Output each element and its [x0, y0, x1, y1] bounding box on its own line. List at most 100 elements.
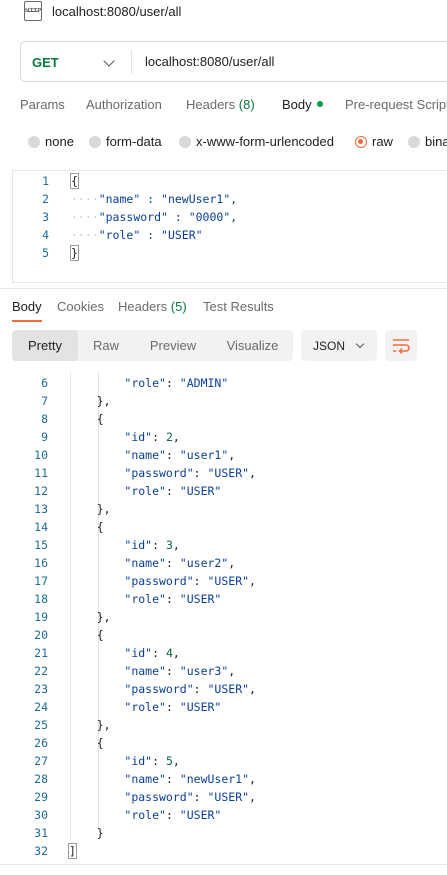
- view-visualize-button[interactable]: Visualize: [212, 330, 293, 361]
- line-number: 11: [34, 466, 48, 480]
- code-line: ····"password" : "0000",: [71, 210, 238, 224]
- body-indicator-dot: [316, 101, 323, 107]
- line-number: 23: [34, 682, 48, 696]
- http-file-icon: HTTP: [24, 1, 42, 21]
- tab-body[interactable]: Body: [282, 97, 323, 112]
- response-headers-count: (5): [170, 299, 187, 314]
- line-number: 19: [34, 610, 48, 624]
- code-line: "password": "USER",: [124, 574, 256, 588]
- tab-cookies[interactable]: Cookies: [57, 299, 104, 314]
- line-number: 25: [34, 718, 48, 732]
- code-line: {: [70, 173, 79, 189]
- tab-response-body[interactable]: Body: [12, 299, 42, 314]
- view-raw-button[interactable]: Raw: [78, 330, 134, 361]
- view-mode-selector: Pretty Raw Preview Visualize: [12, 330, 293, 361]
- code-line: },: [69, 394, 111, 408]
- response-tabs: Body Cookies Headers (5) Test Results: [0, 298, 447, 326]
- method-select[interactable]: GET: [32, 55, 59, 70]
- code-line: "password": "USER",: [124, 682, 256, 696]
- code-line: "id": 3,: [124, 538, 180, 552]
- line-number: 22: [34, 664, 48, 678]
- code-line: ····"role" : "USER": [71, 228, 203, 242]
- whitespace-dots: ····: [71, 192, 99, 206]
- line-number: 32: [34, 844, 48, 858]
- line-number: 6: [41, 376, 48, 390]
- radio-label-binary[interactable]: binary: [425, 134, 447, 149]
- tab-authorization[interactable]: Authorization: [86, 97, 162, 112]
- tab-response-headers[interactable]: Headers (5): [118, 299, 187, 314]
- radio-x-www-form-urlencoded[interactable]: [179, 136, 191, 148]
- radio-binary[interactable]: [408, 136, 420, 148]
- tab-test-results[interactable]: Test Results: [203, 299, 274, 314]
- line-number: 14: [34, 520, 48, 534]
- url-divider: [131, 50, 132, 74]
- chevron-down-icon: [355, 339, 365, 349]
- body-type-radio-group: none form-data x-www-form-urlencoded raw…: [0, 134, 447, 152]
- line-number: 24: [34, 700, 48, 714]
- code-line: },: [69, 610, 111, 624]
- code-line: "role": "USER": [124, 484, 222, 498]
- radio-none[interactable]: [28, 136, 40, 148]
- view-preview-button[interactable]: Preview: [134, 330, 212, 361]
- code-line: "id": 5,: [124, 754, 180, 768]
- line-number: 17: [34, 574, 48, 588]
- line-number: 1: [42, 174, 49, 188]
- code-line: {: [69, 412, 104, 426]
- line-number: 20: [34, 628, 48, 642]
- line-number: 31: [34, 826, 48, 840]
- line-number: 4: [42, 228, 49, 242]
- whitespace-dots: ····: [71, 210, 99, 224]
- line-number: 12: [34, 484, 48, 498]
- radio-label-form-data[interactable]: form-data: [106, 134, 162, 149]
- radio-form-data[interactable]: [89, 136, 101, 148]
- line-number: 5: [42, 246, 49, 260]
- code-line: "name": "user2",: [124, 556, 236, 570]
- line-number: 30: [34, 808, 48, 822]
- chevron-down-icon[interactable]: [103, 55, 115, 67]
- headers-count: (8): [238, 97, 255, 112]
- whitespace-dots: ····: [71, 228, 99, 242]
- radio-label-raw[interactable]: raw: [372, 134, 393, 149]
- code-line: {: [69, 520, 104, 534]
- radio-label-none[interactable]: none: [45, 134, 74, 149]
- code-line: ····"name" : "newUser1",: [71, 192, 238, 206]
- code-line: }: [70, 245, 79, 261]
- tab-params[interactable]: Params: [20, 97, 65, 112]
- section-divider: [0, 288, 447, 289]
- line-number: 13: [34, 502, 48, 516]
- code-line: "name": "user3",: [124, 664, 236, 678]
- format-select[interactable]: JSON: [301, 330, 377, 361]
- response-body-viewer[interactable]: 6 "role": "ADMIN" 7 }, 8 {9 "id": 2, 10 "na…: [0, 372, 447, 872]
- request-tab-title: localhost:8080/user/all: [52, 4, 182, 19]
- request-url-bar: GET localhost:8080/user/all: [20, 41, 447, 82]
- tab-header[interactable]: HTTP localhost:8080/user/all: [0, 0, 447, 24]
- code-line: },: [69, 718, 111, 732]
- line-number: 8: [41, 412, 48, 426]
- bottom-divider: [0, 864, 447, 865]
- line-number: 2: [42, 192, 49, 206]
- url-input[interactable]: localhost:8080/user/all: [145, 54, 274, 69]
- tab-pre-request-script[interactable]: Pre-request Script: [345, 97, 447, 112]
- tab-headers[interactable]: Headers (8): [186, 97, 255, 112]
- code-line: {: [69, 736, 104, 750]
- line-number: 9: [41, 430, 48, 444]
- line-number: 27: [34, 754, 48, 768]
- line-number: 26: [34, 736, 48, 750]
- line-number: 21: [34, 646, 48, 660]
- code-line: "password": "USER",: [124, 790, 256, 804]
- code-line: "role": "USER": [124, 592, 222, 606]
- wrap-lines-icon: [393, 339, 410, 355]
- request-tabs: Params Authorization Headers (8) Body Pr…: [0, 97, 447, 117]
- code-line: "role": "ADMIN": [124, 376, 229, 390]
- radio-label-x-www-form-urlencoded[interactable]: x-www-form-urlencoded: [196, 134, 334, 149]
- radio-raw[interactable]: [355, 136, 367, 148]
- wrap-lines-button[interactable]: [385, 330, 417, 361]
- line-number: 15: [34, 538, 48, 552]
- line-number: 18: [34, 592, 48, 606]
- line-number: 29: [34, 790, 48, 804]
- code-line: },: [69, 502, 111, 516]
- code-line: "id": 4,: [124, 646, 180, 660]
- request-body-editor[interactable]: 1 2 3 4 5 { ····"name" : "newUser1", ···…: [12, 170, 447, 283]
- line-number: 28: [34, 772, 48, 786]
- view-pretty-button[interactable]: Pretty: [12, 330, 78, 361]
